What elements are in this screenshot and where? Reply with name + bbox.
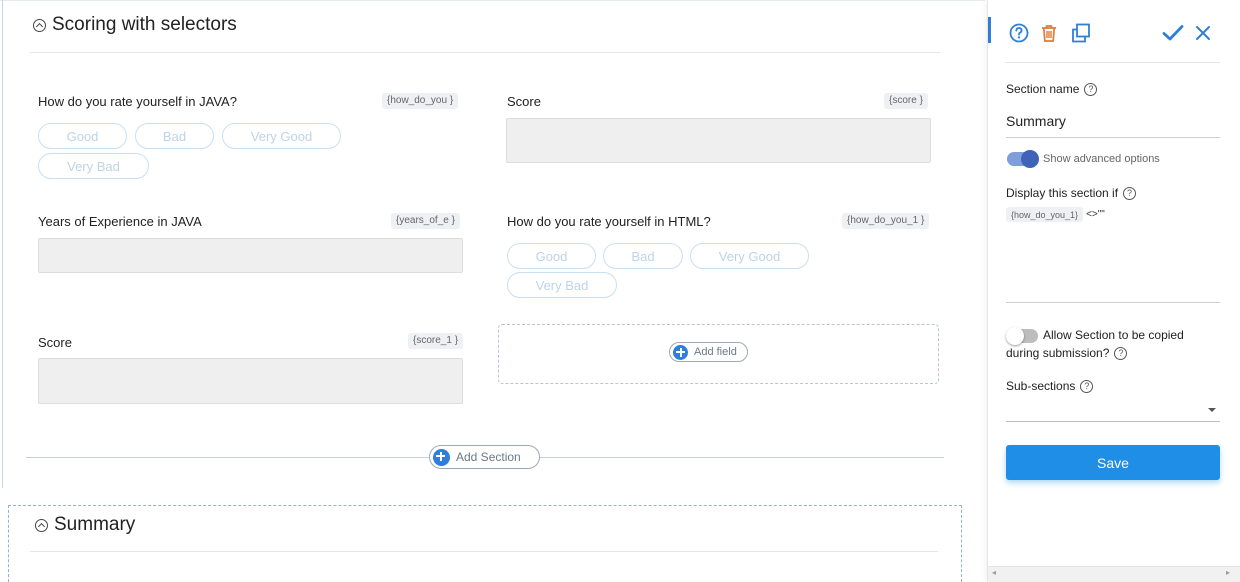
scroll-left-icon[interactable]: ◂ [992, 568, 996, 577]
allow-copy-label-2-row: during submission? ? [1006, 346, 1128, 360]
option-very-good[interactable]: Very Good [690, 243, 809, 269]
scroll-right-icon[interactable]: ▸ [1226, 568, 1230, 577]
add-field-label: Add field [694, 346, 737, 358]
subsections-label-text: Sub-sections [1006, 379, 1076, 393]
close-icon[interactable] [1195, 25, 1211, 41]
add-section-label: Add Section [456, 450, 521, 464]
plus-icon [673, 344, 688, 360]
subsections-select[interactable] [1006, 400, 1220, 422]
option-bad[interactable]: Bad [135, 123, 214, 149]
summary-section[interactable] [8, 505, 962, 582]
score-1-input[interactable] [38, 358, 463, 404]
section-properties-panel: Section name ? Summary Show advanced opt… [987, 0, 1240, 582]
condition-editor[interactable]: {how_do_you_1} <>"" [1006, 207, 1105, 222]
option-very-good[interactable]: Very Good [222, 123, 341, 149]
help-icon[interactable]: ? [1084, 82, 1098, 96]
condition-operator: <>"" [1086, 209, 1105, 220]
option-good[interactable]: Good [38, 123, 127, 149]
allow-copy-row[interactable]: Allow Section to be copied [1006, 326, 1218, 345]
allow-copy-toggle[interactable] [1006, 326, 1038, 345]
help-icon[interactable]: ? [1080, 379, 1094, 393]
save-button[interactable]: Save [1006, 445, 1220, 480]
question-label: How do you rate yourself in HTML? [507, 214, 711, 229]
help-icon[interactable]: ? [1123, 186, 1137, 200]
question-label: How do you rate yourself in JAVA? [38, 94, 237, 109]
score-label: Score [507, 94, 541, 109]
field-key-tag: {how_do_you_1 } [842, 213, 930, 229]
option-very-bad[interactable]: Very Bad [507, 272, 617, 298]
section-title: Scoring with selectors [52, 14, 237, 35]
section-name-label-text: Section name [1006, 82, 1080, 96]
copy-icon[interactable] [1070, 22, 1092, 44]
years-input[interactable] [38, 238, 463, 273]
section-header[interactable]: Scoring with selectors [33, 14, 237, 36]
top-divider [0, 0, 985, 1]
add-section-button[interactable]: Add Section [429, 445, 540, 469]
chevron-down-icon[interactable] [1207, 407, 1217, 413]
check-icon[interactable] [1162, 24, 1184, 42]
section-name-label: Section name ? [1006, 82, 1098, 96]
allow-copy-label-1: Allow Section to be copied [1043, 328, 1184, 342]
panel-header-divider [1005, 62, 1220, 63]
left-border [2, 0, 3, 488]
option-bad[interactable]: Bad [603, 243, 683, 269]
help-icon[interactable] [1009, 23, 1029, 43]
help-icon[interactable]: ? [1114, 346, 1128, 360]
summary-header[interactable]: Summary [35, 514, 135, 536]
advanced-options-toggle[interactable] [1007, 150, 1039, 168]
condition-field-tag: {how_do_you_1} [1006, 207, 1084, 222]
display-if-label: Display this section if ? [1006, 186, 1137, 200]
plus-icon [433, 448, 450, 466]
condition-underline [1006, 302, 1220, 303]
advanced-options-row[interactable]: Show advanced options [1007, 150, 1160, 168]
section-header-divider [30, 52, 940, 53]
trash-icon[interactable] [1039, 23, 1059, 43]
section-name-input[interactable]: Summary [1006, 113, 1220, 138]
score-input[interactable] [506, 118, 931, 163]
add-field-button[interactable]: Add field [669, 342, 748, 362]
option-good[interactable]: Good [507, 243, 596, 269]
collapse-icon[interactable] [35, 518, 48, 532]
horizontal-scrollbar[interactable] [988, 566, 1240, 582]
years-label: Years of Experience in JAVA [38, 214, 202, 229]
panel-accent [988, 17, 991, 43]
score-label: Score [38, 335, 72, 350]
field-key-tag: {how_do_you } [382, 93, 459, 109]
collapse-icon[interactable] [33, 18, 46, 32]
summary-title: Summary [54, 514, 136, 535]
summary-header-divider [30, 551, 938, 552]
subsections-label: Sub-sections ? [1006, 379, 1094, 393]
field-key-tag: {years_of_e } [391, 213, 460, 229]
advanced-options-label: Show advanced options [1043, 153, 1160, 165]
option-very-bad[interactable]: Very Bad [38, 153, 149, 179]
field-key-tag: {score } [884, 93, 928, 109]
field-key-tag: {score_1 } [408, 333, 464, 349]
display-if-label-text: Display this section if [1006, 186, 1119, 200]
allow-copy-label-2: during submission? [1006, 346, 1110, 360]
